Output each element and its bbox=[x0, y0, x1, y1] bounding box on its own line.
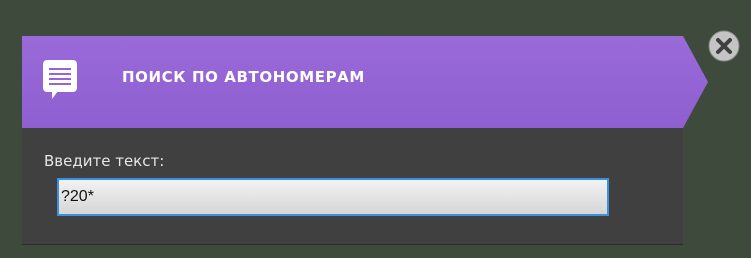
dialog-header: ПОИСК ПО АВТОНОМЕРАМ bbox=[22, 36, 708, 128]
close-icon[interactable] bbox=[708, 30, 740, 62]
dialog-title: ПОИСК ПО АВТОНОМЕРАМ bbox=[122, 68, 365, 86]
search-field-label: Введите текст: bbox=[44, 152, 165, 170]
search-input[interactable] bbox=[57, 178, 609, 216]
document-icon bbox=[43, 60, 77, 99]
